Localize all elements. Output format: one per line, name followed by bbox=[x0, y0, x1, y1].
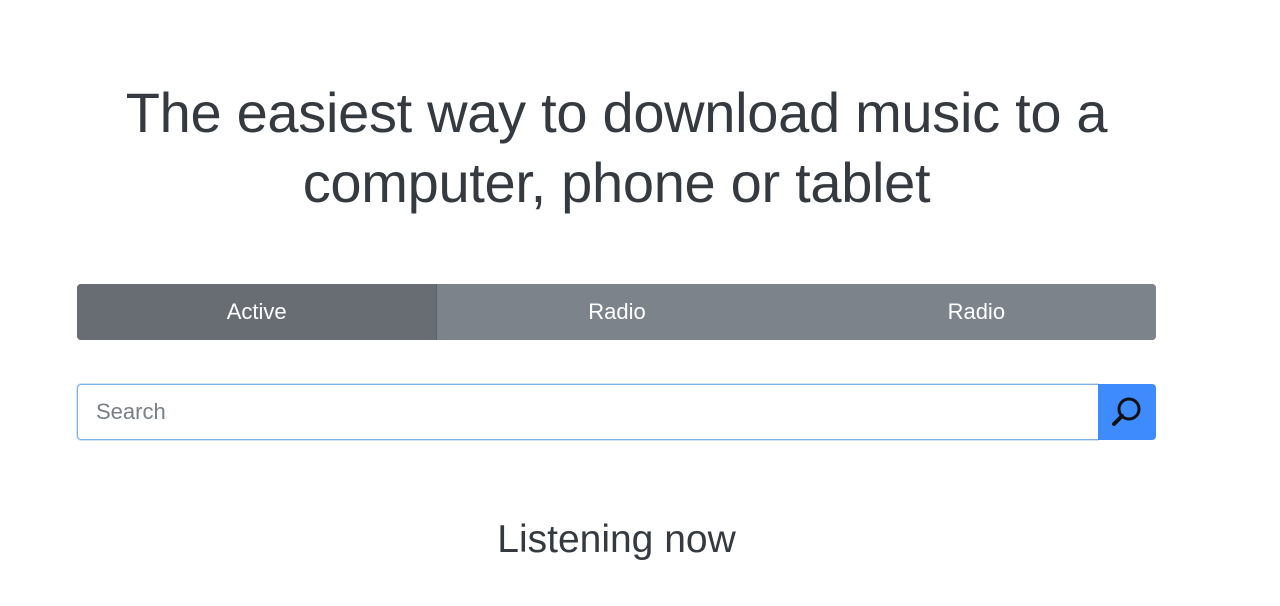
tab-group: Active Radio Radio bbox=[77, 284, 1156, 340]
search-button[interactable] bbox=[1098, 384, 1156, 440]
search-icon bbox=[1112, 397, 1141, 426]
tab-radio-1[interactable]: Radio bbox=[437, 284, 797, 340]
search-input[interactable] bbox=[77, 384, 1098, 440]
hero-title: The easiest way to download music to a c… bbox=[125, 81, 1108, 214]
search-bar bbox=[77, 384, 1156, 440]
tab-radio-2[interactable]: Radio bbox=[796, 284, 1156, 340]
page: The easiest way to download music to a c… bbox=[0, 0, 1280, 606]
listening-now-heading: Listening now bbox=[497, 518, 736, 561]
tab-active[interactable]: Active bbox=[77, 284, 438, 340]
